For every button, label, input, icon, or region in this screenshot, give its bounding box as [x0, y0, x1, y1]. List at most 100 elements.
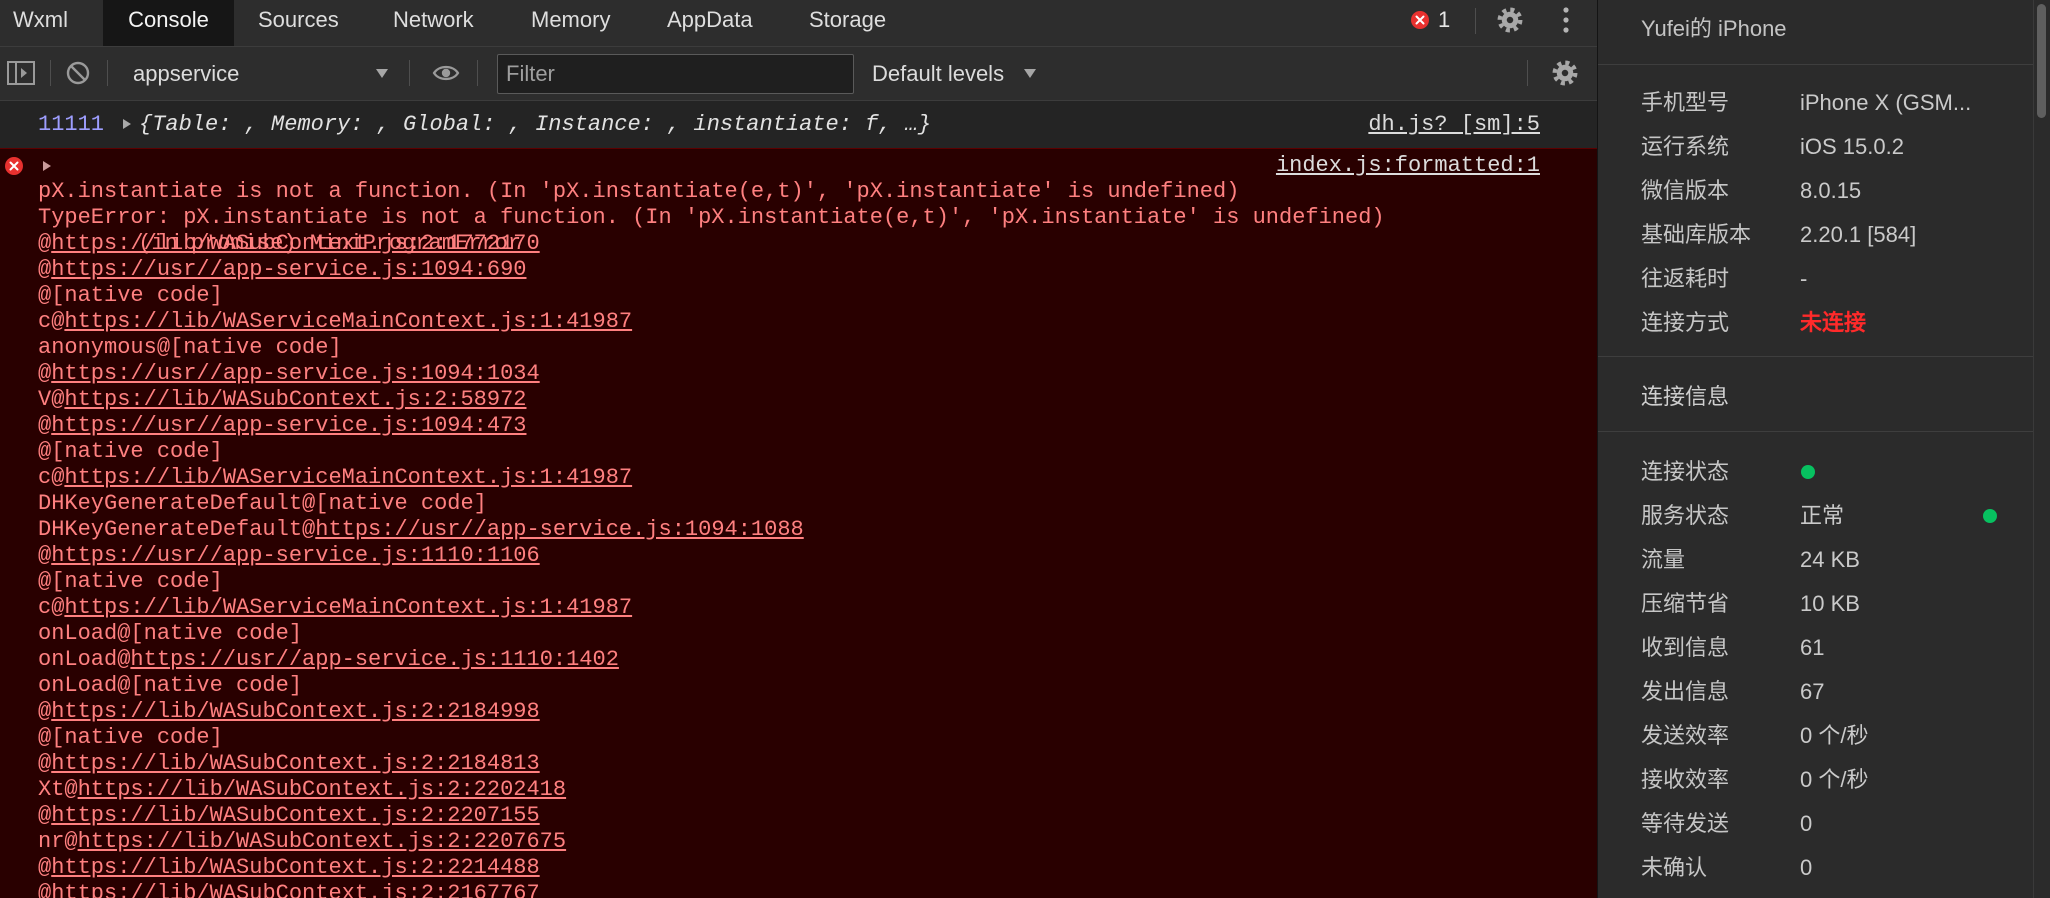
stack-frame-function: @ — [38, 413, 52, 438]
log-object-preview[interactable]: {Table: , Memory: , Global: , Instance: … — [139, 101, 931, 148]
stack-frame-link[interactable]: https://usr//app-service.js:1094:473 — [51, 413, 526, 438]
stack-frame-link[interactable]: https://lib/WASubContext.js:2:2214488 — [51, 855, 539, 880]
status-dot-icon — [1801, 465, 1815, 479]
info-value: 0 个/秒 — [1800, 767, 1869, 792]
info-label: 运行系统 — [1641, 134, 1730, 159]
stack-frame-function: onLoad@ — [38, 647, 131, 672]
tab-appdata[interactable]: AppData — [667, 0, 753, 46]
stack-frame-link[interactable]: https://usr//app-service.js:1094:690 — [51, 257, 526, 282]
stack-frame-link[interactable]: https://lib/WASubContext.js:2:2207155 — [51, 803, 539, 828]
error-icon[interactable] — [1411, 11, 1429, 29]
divider — [1527, 60, 1528, 86]
log-levels-select[interactable]: Default levels — [872, 47, 1004, 101]
info-row: 连接方式 未连接 — [1598, 301, 2033, 345]
stack-frame-function: Xt@ — [38, 777, 78, 802]
stack-frame: anonymous@[native code] — [0, 335, 1597, 361]
stack-frame-link[interactable]: https://lib/WASubContext.js:2:2184998 — [51, 699, 539, 724]
stack-frame: onLoad@[native code] — [0, 673, 1597, 699]
tab-memory[interactable]: Memory — [531, 0, 610, 46]
stack-frame-link[interactable]: https://usr//app-service.js:1094:1034 — [51, 361, 539, 386]
stack-frame: DHKeyGenerateDefault@[native code] — [0, 491, 1597, 517]
stack-frame-function: c@ — [38, 595, 65, 620]
settings-icon[interactable] — [1497, 7, 1523, 33]
chevron-down-icon[interactable] — [376, 69, 388, 78]
stack-frame-link[interactable]: https://lib/WASubContext.js:2:1772170 — [51, 231, 539, 256]
device-info-panel: Yufei的 iPhone 手机型号 iPhone X (GSM... 运行系统 i… — [1598, 0, 2050, 898]
stack-frame: @[native code] — [0, 283, 1597, 309]
stack-frame-link[interactable]: https://usr//app-service.js:1110:1106 — [51, 543, 539, 568]
log-source-link[interactable]: dh.js? [sm]:5 — [1368, 101, 1540, 148]
stack-frame: @https://lib/WASubContext.js:2:2167767 — [0, 881, 1597, 898]
info-row: 流量 24 KB — [1598, 538, 2033, 582]
clear-console-icon[interactable] — [66, 61, 90, 85]
error-source-link[interactable]: index.js:formatted:1 — [1276, 153, 1540, 179]
stack-frame-native: @[native code] — [38, 283, 223, 308]
stack-frame-link[interactable]: https://usr//app-service.js:1094:1088 — [315, 517, 803, 542]
scrollbar-track[interactable] — [2033, 0, 2050, 898]
context-select[interactable]: appservice — [133, 47, 239, 101]
tab-storage[interactable]: Storage — [809, 0, 886, 46]
connection-mode-status: 未连接 — [1800, 310, 1867, 335]
filter-input[interactable] — [497, 54, 854, 94]
stack-frame: c@https://lib/WAServiceMainContext.js:1:… — [0, 465, 1597, 491]
stack-frame-function: V@ — [38, 387, 65, 412]
stack-frame-link[interactable]: https://lib/WAServiceMainContext.js:1:41… — [64, 465, 632, 490]
stack-frame-native: DHKeyGenerateDefault@[native code] — [38, 491, 487, 516]
stack-frame-function: @ — [38, 881, 52, 898]
stack-frame-function: DHKeyGenerateDefault@ — [38, 517, 316, 542]
tab-wxml[interactable]: Wxml — [13, 0, 68, 46]
more-icon[interactable] — [1560, 6, 1572, 34]
info-label: 未确认 — [1641, 855, 1708, 880]
stack-frame-link[interactable]: https://lib/WASubContext.js:2:2184813 — [51, 751, 539, 776]
settings-icon[interactable] — [1552, 60, 1578, 86]
info-label: 微信版本 — [1641, 178, 1730, 203]
info-row: 服务状态 正常 — [1598, 494, 2033, 538]
info-value: 2.20.1 [584] — [1800, 222, 1917, 247]
error-icon — [5, 157, 23, 175]
stack-frame-function: @ — [38, 751, 52, 776]
info-label: 压缩节省 — [1641, 591, 1730, 616]
stack-frame-link[interactable]: https://lib/WASubContext.js:2:2202418 — [78, 777, 566, 802]
info-row: 等待发送 0 — [1598, 802, 2033, 846]
eye-icon[interactable] — [432, 63, 460, 83]
stack-frame-function: @ — [38, 361, 52, 386]
stack-frame-native: @[native code] — [38, 569, 223, 594]
stack-frame-function: @ — [38, 257, 52, 282]
console-log-message[interactable]: 11111 {Table: , Memory: , Global: , Inst… — [0, 101, 1597, 148]
stack-frame-link[interactable]: https://lib/WASubContext.js:2:58972 — [64, 387, 526, 412]
info-label: 接收效率 — [1641, 767, 1730, 792]
stack-frame-link[interactable]: https://lib/WASubContext.js:2:2167767 — [51, 881, 539, 898]
expand-triangle-icon[interactable] — [43, 161, 51, 171]
info-value: 67 — [1800, 679, 1825, 704]
chevron-down-icon[interactable] — [1024, 69, 1036, 78]
stack-frame: @https://lib/WASubContext.js:2:2207155 — [0, 803, 1597, 829]
stack-frame-link[interactable]: https://lib/WAServiceMainContext.js:1:41… — [64, 595, 632, 620]
stack-frame-native: onLoad@[native code] — [38, 621, 303, 646]
info-value: 0 — [1800, 811, 1813, 836]
info-value: 8.0.15 — [1800, 178, 1862, 203]
tab-console[interactable]: Console — [103, 0, 234, 46]
sidebar-toggle-icon[interactable] — [7, 61, 35, 85]
stack-frame: @https://lib/WASubContext.js:2:2214488 — [0, 855, 1597, 881]
info-value: 0 个/秒 — [1800, 723, 1869, 748]
info-label: 基础库版本 — [1641, 222, 1752, 247]
info-label: 流量 — [1641, 547, 1686, 572]
error-summary-row[interactable]: (in promise) MiniProgramError index.js:f… — [0, 153, 1597, 256]
info-value: - — [1800, 266, 1808, 291]
tab-network[interactable]: Network — [393, 0, 474, 46]
info-row: 往返耗时 - — [1598, 257, 2033, 301]
stack-frame-link[interactable]: https://usr//app-service.js:1110:1402 — [130, 647, 618, 672]
info-row: 发出信息 67 — [1598, 670, 2033, 714]
stack-frame-native: @[native code] — [38, 725, 223, 750]
error-count[interactable]: 1 — [1438, 0, 1450, 40]
stack-frame-link[interactable]: https://lib/WAServiceMainContext.js:1:41… — [64, 309, 632, 334]
stack-frame-function: @ — [38, 231, 52, 256]
scrollbar-thumb[interactable] — [2037, 4, 2046, 118]
stack-frame: onLoad@[native code] — [0, 621, 1597, 647]
stack-frame-function: @ — [38, 855, 52, 880]
divider — [1598, 431, 2033, 432]
devtools-tab-bar: Wxml Console Sources Network Memory AppD… — [0, 0, 1597, 47]
tab-sources[interactable]: Sources — [258, 0, 339, 46]
expand-triangle-icon[interactable] — [123, 119, 131, 129]
stack-frame-link[interactable]: https://lib/WASubContext.js:2:2207675 — [78, 829, 566, 854]
